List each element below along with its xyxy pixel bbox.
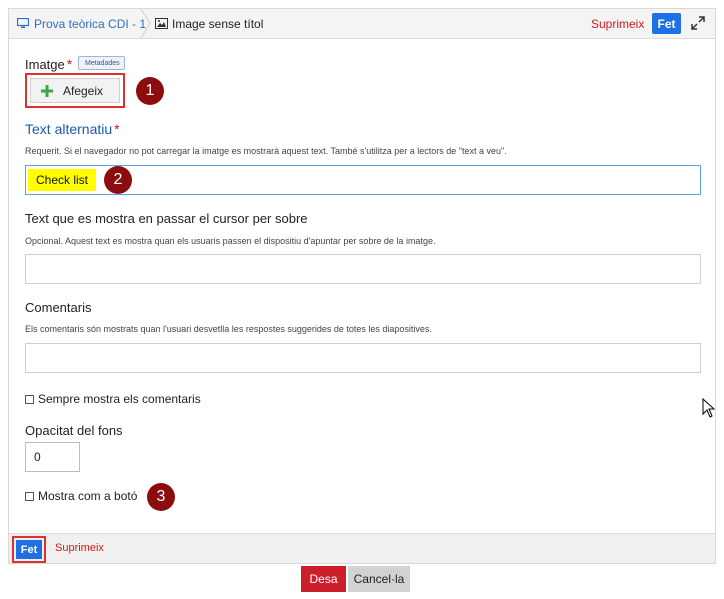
hover-text-label: Text que es mostra en passar el cursor p… bbox=[25, 211, 308, 226]
bottom-delete-link[interactable]: Suprimeix bbox=[55, 542, 104, 554]
show-as-button-row[interactable]: Mostra com a botó bbox=[25, 489, 137, 503]
show-as-button-checkbox[interactable] bbox=[25, 491, 34, 501]
always-show-comments-checkbox[interactable] bbox=[25, 394, 34, 404]
metadata-tag[interactable]: Metadades bbox=[78, 56, 125, 70]
image-label: Imatge * bbox=[25, 56, 72, 72]
mouse-cursor-icon bbox=[702, 398, 716, 418]
background-opacity-input[interactable]: 0 bbox=[25, 442, 80, 472]
alt-text-help: Requerit. Si el navegador no pot carrega… bbox=[25, 146, 507, 156]
add-image-button-highlight: Afegeix bbox=[25, 73, 125, 108]
step-marker-1: 1 bbox=[136, 77, 164, 105]
breadcrumb-current-label: Image sense títol bbox=[172, 16, 264, 31]
comments-help: Els comentaris són mostrats quan l'usuar… bbox=[25, 324, 432, 334]
alt-text-label: Text alternatiu * bbox=[25, 121, 120, 137]
image-icon bbox=[155, 18, 168, 29]
alt-text-label-text: Text alternatiu bbox=[25, 121, 113, 137]
breadcrumb-current: Image sense títol bbox=[155, 9, 263, 38]
monitor-icon bbox=[17, 18, 29, 28]
plus-icon bbox=[41, 84, 53, 97]
show-as-button-label: Mostra com a botó bbox=[38, 489, 138, 503]
top-toolbar: Prova teòrica CDI - 1 Image sense títol … bbox=[9, 9, 715, 39]
bottom-done-highlight: Fet bbox=[12, 536, 46, 563]
top-delete-link[interactable]: Suprimeix bbox=[591, 17, 644, 31]
breadcrumb-separator bbox=[140, 9, 151, 38]
step-marker-2: 2 bbox=[104, 166, 132, 194]
always-show-comments-row[interactable]: Sempre mostra els comentaris bbox=[25, 392, 201, 406]
cancel-button[interactable]: Cancel·la bbox=[348, 566, 410, 592]
hover-text-help: Opcional. Aquest text es mostra quan els… bbox=[25, 236, 436, 246]
bottom-toolbar: Fet Suprimeix bbox=[9, 533, 715, 563]
add-image-button[interactable]: Afegeix bbox=[30, 78, 120, 103]
always-show-comments-label: Sempre mostra els comentaris bbox=[38, 392, 201, 406]
step-marker-3: 3 bbox=[147, 483, 175, 511]
image-label-text: Imatge bbox=[25, 57, 65, 72]
save-button[interactable]: Desa bbox=[301, 566, 346, 592]
comments-input[interactable] bbox=[25, 343, 701, 373]
required-mark: * bbox=[114, 121, 120, 137]
bottom-done-button[interactable]: Fet bbox=[16, 540, 42, 559]
comments-label: Comentaris bbox=[25, 300, 92, 315]
alt-text-value: Check list bbox=[28, 169, 97, 191]
breadcrumb-parent-label: Prova teòrica CDI - 1 bbox=[34, 16, 147, 31]
add-image-button-label: Afegeix bbox=[63, 83, 104, 98]
top-done-button[interactable]: Fet bbox=[652, 13, 681, 34]
background-opacity-label: Opacitat del fons bbox=[25, 423, 123, 438]
required-mark: * bbox=[66, 56, 73, 72]
expand-icon[interactable] bbox=[690, 15, 706, 31]
hover-text-input[interactable] bbox=[25, 254, 701, 284]
breadcrumb-parent[interactable]: Prova teòrica CDI - 1 bbox=[9, 9, 156, 38]
editor-frame: Prova teòrica CDI - 1 Image sense títol … bbox=[8, 8, 716, 564]
